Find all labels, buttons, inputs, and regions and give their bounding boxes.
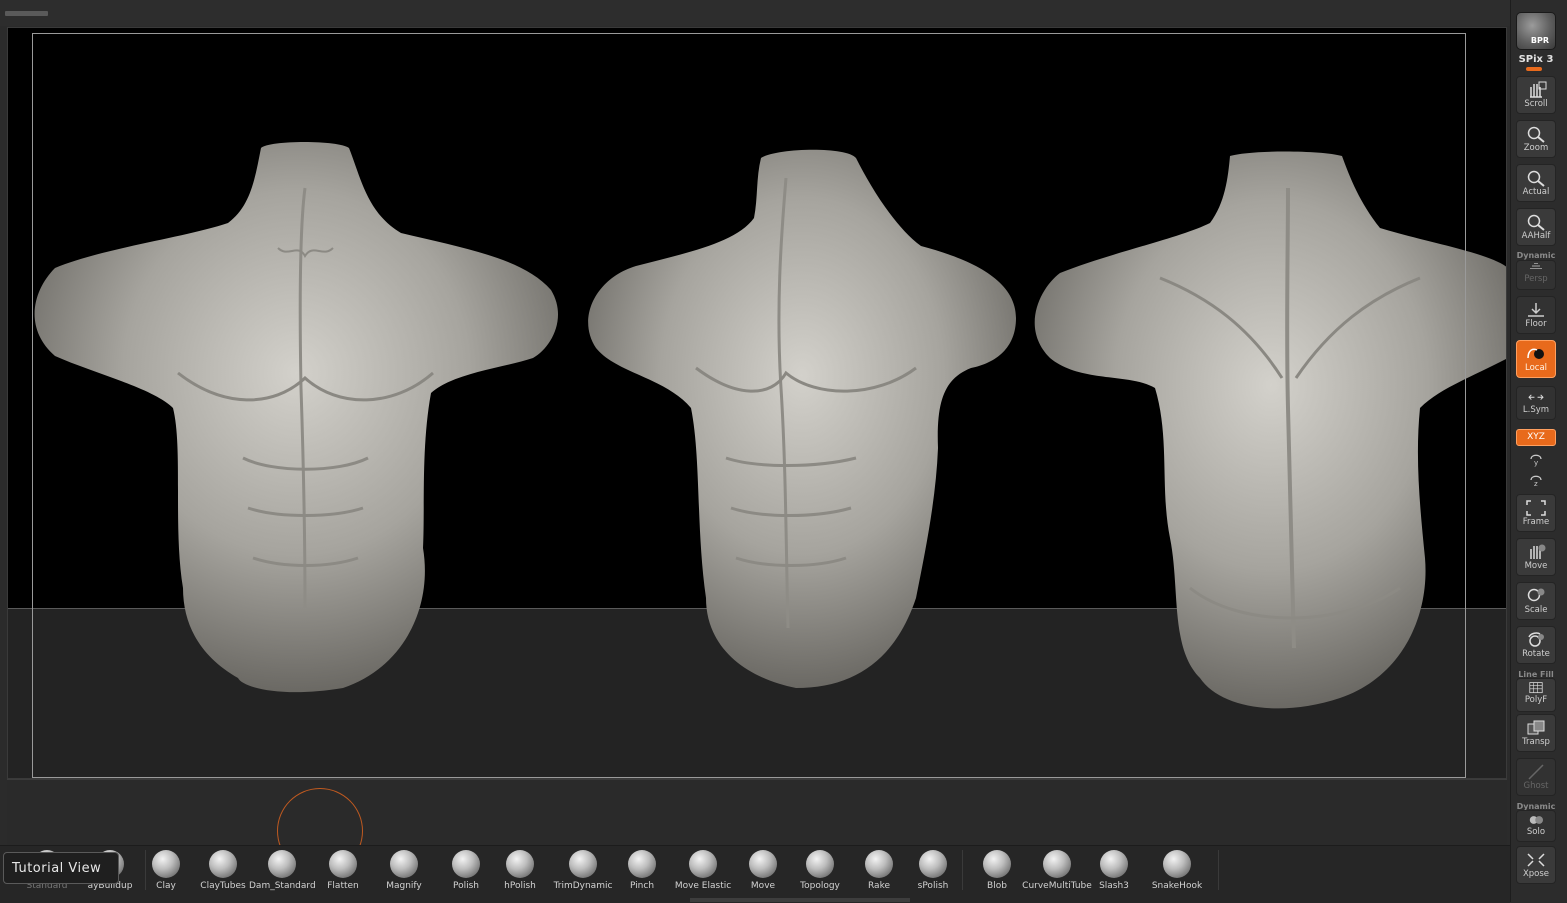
hand-icon xyxy=(1530,81,1547,98)
brush-blob[interactable]: Blob xyxy=(978,848,1016,892)
brush-snakehook[interactable]: SnakeHook xyxy=(1150,848,1204,892)
svg-text:z: z xyxy=(1534,480,1538,488)
topology-brush-icon xyxy=(806,850,834,878)
hpolish-brush-icon xyxy=(506,850,534,878)
aahalf-button[interactable]: AAHalf xyxy=(1516,208,1556,246)
xpose-icon xyxy=(1527,853,1545,867)
z-rotate-icon[interactable]: z xyxy=(1526,472,1546,488)
scroll-button[interactable]: Scroll xyxy=(1516,76,1556,114)
dynamic-persp-label: Dynamic xyxy=(1516,251,1556,260)
magnifier-icon xyxy=(1527,214,1545,231)
brush-trimdynamic[interactable]: TrimDynamic xyxy=(552,848,614,892)
lsym-button[interactable]: L.Sym xyxy=(1516,386,1556,420)
shelf-separator xyxy=(962,850,963,890)
document-frame xyxy=(32,33,1466,778)
rotate-icon xyxy=(1528,632,1544,647)
spix-slider-label[interactable]: SPix 3 xyxy=(1512,54,1560,65)
spix-slider-indicator[interactable] xyxy=(1526,67,1542,71)
top-bar xyxy=(0,0,1567,26)
brush-hpolish[interactable]: hPolish xyxy=(500,848,540,892)
transp-button[interactable]: Transp xyxy=(1516,714,1556,752)
ghost-button[interactable]: Ghost xyxy=(1516,758,1556,796)
snakehook-brush-icon xyxy=(1163,850,1191,878)
shelf-separator xyxy=(145,850,146,890)
blob-brush-icon xyxy=(983,850,1011,878)
floor-icon xyxy=(1528,303,1544,317)
brush-magnify[interactable]: Magnify xyxy=(382,848,426,892)
brush-move[interactable]: Move xyxy=(744,848,782,892)
frame-button[interactable]: Frame xyxy=(1516,494,1556,532)
local-button[interactable]: Local xyxy=(1516,340,1556,378)
svg-text:y: y xyxy=(1534,459,1538,467)
curvemultitube-brush-icon xyxy=(1043,850,1071,878)
brush-topology[interactable]: Topology xyxy=(796,848,844,892)
brush-slash3[interactable]: Slash3 xyxy=(1096,848,1132,892)
persp-button[interactable]: Persp xyxy=(1516,260,1556,290)
brush-spolish[interactable]: sPolish xyxy=(912,848,954,892)
brush-dam-standard[interactable]: Dam_Standard xyxy=(249,848,316,892)
brush-rake[interactable]: Rake xyxy=(860,848,898,892)
dam-standard-brush-icon xyxy=(268,850,296,878)
solo-button[interactable]: Solo xyxy=(1516,810,1556,842)
trimdynamic-brush-icon xyxy=(569,850,597,878)
flatten-brush-icon xyxy=(329,850,357,878)
scale-button[interactable]: Scale xyxy=(1516,582,1556,620)
magnifier-icon xyxy=(1527,126,1545,143)
magnify-brush-icon xyxy=(390,850,418,878)
xyz-rotate-toggle[interactable]: XYZ xyxy=(1516,429,1556,446)
xpose-button[interactable]: Xpose xyxy=(1516,846,1556,884)
spolish-brush-icon xyxy=(919,850,947,878)
move-button[interactable]: Move xyxy=(1516,538,1556,576)
brush-polish[interactable]: Polish xyxy=(446,848,486,892)
polish-brush-icon xyxy=(452,850,480,878)
y-rotate-icon[interactable]: y xyxy=(1526,451,1546,467)
bottom-tray-handle[interactable] xyxy=(690,898,910,902)
brush-claytubes[interactable]: ClayTubes xyxy=(198,848,248,892)
brush-curvemultitube[interactable]: CurveMultiTube xyxy=(1022,848,1092,892)
local-transform-icon xyxy=(1527,348,1544,359)
solo-icon xyxy=(1529,816,1543,824)
top-drag-handle[interactable] xyxy=(5,11,48,16)
shelf-separator xyxy=(1218,850,1219,890)
frame-icon xyxy=(1526,500,1546,516)
tutorial-view-label[interactable]: Tutorial View xyxy=(3,852,119,884)
pinch-brush-icon xyxy=(628,850,656,878)
brush-move-elastic[interactable]: Move Elastic xyxy=(670,848,736,892)
polyframe-grid-icon xyxy=(1529,682,1543,694)
magnifier-icon xyxy=(1527,170,1545,187)
symmetry-arrows-icon xyxy=(1528,394,1544,400)
polyf-button[interactable]: PolyF xyxy=(1516,678,1556,712)
ghost-icon xyxy=(1528,764,1544,780)
claytubes-brush-icon xyxy=(209,850,237,878)
bpr-render-button[interactable]: BPR xyxy=(1516,12,1556,50)
rake-brush-icon xyxy=(865,850,893,878)
scale-icon xyxy=(1527,588,1545,602)
canvas-bottom-area xyxy=(7,779,1507,846)
move-brush-icon xyxy=(749,850,777,878)
floor-button[interactable]: Floor xyxy=(1516,296,1556,334)
slash3-brush-icon xyxy=(1100,850,1128,878)
actual-button[interactable]: Actual xyxy=(1516,164,1556,202)
move-elastic-brush-icon xyxy=(689,850,717,878)
brush-clay[interactable]: Clay xyxy=(147,848,185,892)
zoom-button[interactable]: Zoom xyxy=(1516,120,1556,158)
rotate-button[interactable]: Rotate xyxy=(1516,626,1556,664)
hand-icon xyxy=(1530,544,1546,559)
transparency-icon xyxy=(1527,720,1545,735)
perspective-grid-icon xyxy=(1530,263,1542,269)
brush-flatten[interactable]: Flatten xyxy=(323,848,363,892)
brush-pinch[interactable]: Pinch xyxy=(623,848,661,892)
clay-brush-icon xyxy=(152,850,180,878)
